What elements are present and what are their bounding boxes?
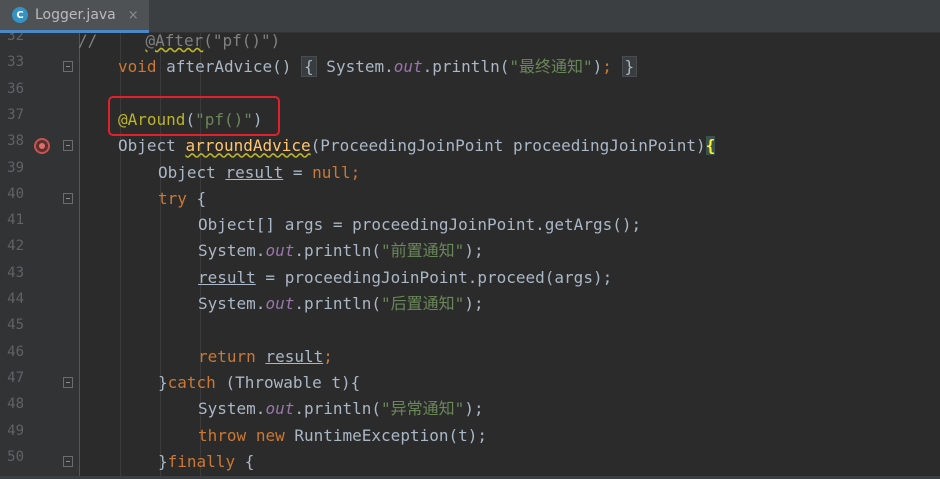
code-line[interactable]: 39 Object result = null; — [0, 160, 940, 186]
code-text: Object arroundAdvice(ProceedingJoinPoint… — [118, 136, 716, 156]
line-number: 42 — [7, 238, 24, 255]
line-number: 36 — [7, 80, 24, 97]
line-number: 46 — [7, 343, 24, 360]
code-line[interactable]: 44 System.out.println("后置通知"); — [0, 291, 940, 317]
code-text: void afterAdvice() { System.out.println(… — [118, 54, 638, 80]
line-number: 49 — [7, 422, 24, 439]
code-text: }catch (Throwable t){ — [158, 372, 361, 392]
code-text: result = proceedingJoinPoint.proceed(arg… — [198, 267, 613, 287]
close-icon[interactable]: × — [128, 8, 139, 23]
line-number: 48 — [7, 396, 24, 413]
code-line[interactable]: 41 Object[] args = proceedingJoinPoint.g… — [0, 212, 940, 238]
line-number: 38 — [7, 133, 24, 150]
line-number: 50 — [7, 448, 24, 465]
code-line[interactable]: 40 try { — [0, 186, 940, 212]
code-line[interactable]: 47 }catch (Throwable t){ — [0, 370, 940, 396]
line-number: 32 — [7, 33, 24, 44]
line-number: 44 — [7, 291, 24, 307]
code-line[interactable]: 50 }finally { — [0, 449, 940, 475]
line-number: 43 — [7, 264, 24, 281]
fold-icon[interactable] — [63, 455, 73, 467]
code-text: throw new RuntimeException(t); — [198, 425, 488, 445]
around-advice-icon[interactable] — [34, 138, 50, 155]
code-line[interactable]: 45 — [0, 317, 940, 343]
code-text: Object result = null; — [158, 162, 361, 182]
line-number: 41 — [7, 212, 24, 229]
code-text: try { — [158, 188, 207, 208]
tab-logger-java[interactable]: C Logger.java × — [0, 0, 149, 33]
annotation-highlight-box — [108, 96, 280, 136]
code-line[interactable]: 46 return result; — [0, 344, 940, 370]
code-text: }finally { — [158, 451, 255, 471]
java-class-icon: C — [12, 7, 28, 23]
line-number: 33 — [7, 54, 24, 71]
code-text: System.out.println("前置通知"); — [198, 241, 484, 261]
code-line[interactable]: 33 void afterAdvice() { System.out.print… — [0, 54, 940, 80]
code-line[interactable]: 42 System.out.println("前置通知"); — [0, 238, 940, 264]
code-text: return result; — [198, 346, 333, 366]
line-number: 45 — [7, 317, 24, 334]
code-text: // @After("pf()") — [78, 33, 281, 50]
code-text: System.out.println("后置通知"); — [198, 294, 484, 313]
code-line[interactable]: 43 result = proceedingJoinPoint.proceed(… — [0, 265, 940, 291]
code-line[interactable]: 48 System.out.println("异常通知"); — [0, 396, 940, 422]
fold-icon[interactable] — [63, 376, 73, 388]
line-number: 37 — [7, 106, 24, 123]
line-number: 47 — [7, 369, 24, 386]
fold-icon[interactable] — [63, 192, 73, 204]
line-number: 40 — [7, 185, 24, 202]
code-text: Object[] args = proceedingJoinPoint.getA… — [198, 215, 642, 235]
fold-icon[interactable] — [63, 61, 73, 73]
fold-icon[interactable] — [63, 140, 73, 152]
code-line[interactable]: 32 // @After("pf()") — [0, 33, 940, 54]
code-line[interactable]: 49 throw new RuntimeException(t); — [0, 423, 940, 449]
code-text: System.out.println("异常通知"); — [198, 399, 484, 419]
tab-label: Logger.java — [35, 7, 116, 23]
code-line[interactable]: 38 Object arroundAdvice(ProceedingJoinPo… — [0, 133, 940, 159]
editor-tab-bar: C Logger.java × — [0, 0, 940, 33]
line-number: 39 — [7, 159, 24, 176]
code-editor[interactable]: 32 // @After("pf()") 33 void afterAdvice… — [0, 33, 940, 479]
